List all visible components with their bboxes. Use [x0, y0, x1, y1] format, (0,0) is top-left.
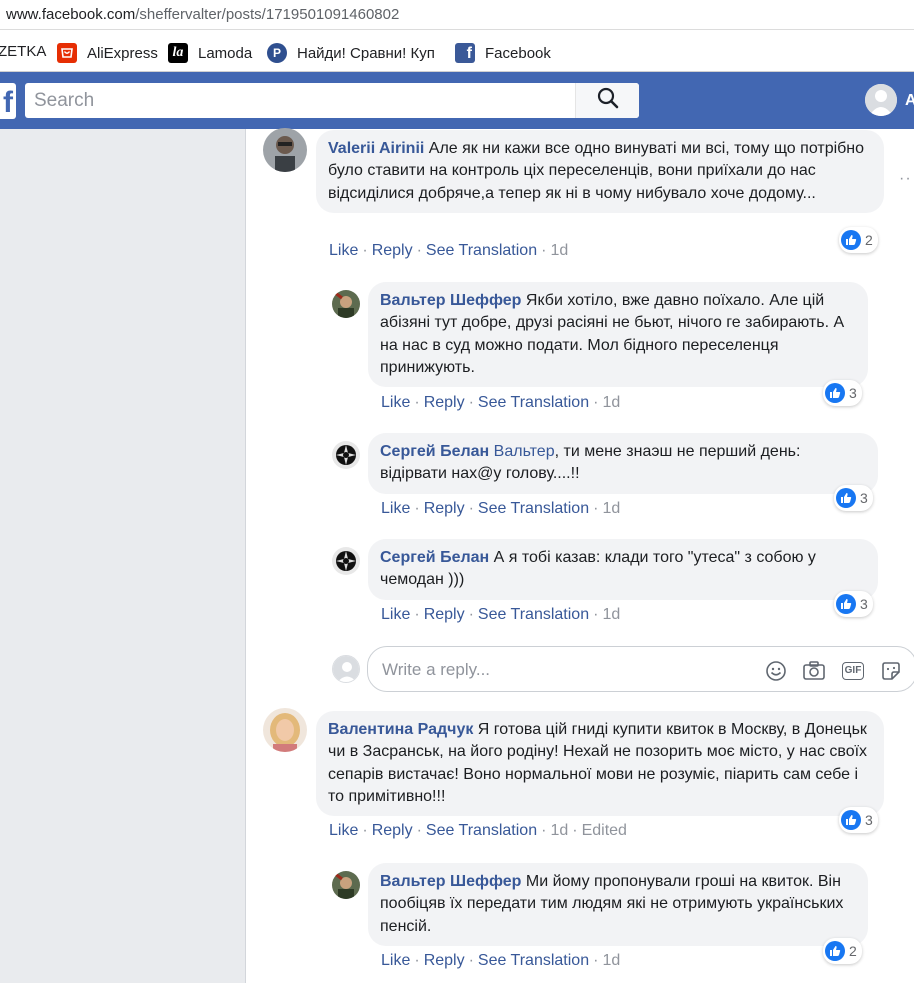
like-reaction-icon	[836, 488, 856, 508]
bookmark-lamoda[interactable]: la Lamoda	[168, 43, 252, 63]
like-button[interactable]: Like	[381, 394, 410, 411]
comment-author[interactable]: Valerii Airinii	[328, 140, 424, 157]
see-translation-button[interactable]: See Translation	[478, 606, 589, 623]
like-reaction-icon	[841, 810, 861, 830]
comment-bubble: Сергей Белан А я тобі казав: клади того …	[368, 539, 878, 600]
comment-actions: Like · Reply · See Translation · 1d	[381, 606, 621, 623]
comment-timestamp[interactable]: 1d	[602, 952, 620, 969]
search-icon	[597, 87, 619, 114]
price-compare-icon: P	[267, 43, 287, 63]
bookmark-facebook[interactable]: f Facebook	[455, 43, 551, 63]
search-box	[25, 83, 639, 118]
more-options-icon[interactable]: ··	[899, 170, 912, 188]
like-reaction-icon	[825, 941, 845, 961]
comment-bubble: Valerii Airinii Але як ни кажи все одно …	[316, 130, 884, 213]
reply-input[interactable]	[382, 657, 742, 683]
comment-actions: Like · Reply · See Translation · 1d	[381, 500, 621, 517]
comment-actions: Like · Reply · See Translation · 1d	[329, 242, 569, 259]
like-button[interactable]: Like	[381, 952, 410, 969]
comment-actions: Like · Reply · See Translation · 1d	[381, 952, 621, 969]
reaction-count[interactable]: 3	[834, 591, 873, 617]
comment-bubble: Вальтер Шеффер Ми йому пропонували гроші…	[368, 863, 868, 946]
left-sidebar	[0, 129, 246, 983]
comment-author[interactable]: Вальтер Шеффер	[380, 292, 521, 309]
comment-timestamp[interactable]: 1d	[550, 242, 568, 259]
see-translation-button[interactable]: See Translation	[478, 500, 589, 517]
emoji-icon[interactable]	[764, 659, 788, 683]
see-translation-button[interactable]: See Translation	[426, 242, 537, 259]
see-translation-button[interactable]: See Translation	[478, 952, 589, 969]
comment-author[interactable]: Сергей Белан	[380, 443, 489, 460]
reply-button[interactable]: Reply	[424, 500, 465, 517]
lamoda-icon: la	[168, 43, 188, 63]
edited-label[interactable]: Edited	[582, 822, 627, 839]
see-translation-button[interactable]: See Translation	[478, 394, 589, 411]
sticker-icon[interactable]	[879, 659, 903, 683]
avatar	[332, 655, 360, 683]
bookmark-price-compare[interactable]: P Найди! Сравни! Куп	[267, 43, 439, 63]
avatar[interactable]	[332, 290, 360, 318]
avatar[interactable]	[332, 547, 360, 575]
comment-bubble: Валентина Радчук Я готова цій гниді купи…	[316, 711, 884, 817]
reaction-count[interactable]: 3	[823, 380, 862, 406]
facebook-logo-icon[interactable]: f	[0, 83, 16, 119]
comment-timestamp[interactable]: 1d	[602, 500, 620, 517]
see-translation-button[interactable]: See Translation	[426, 822, 537, 839]
mention-link[interactable]: Вальтер	[494, 443, 555, 460]
avatar[interactable]	[263, 128, 307, 172]
like-button[interactable]: Like	[381, 606, 410, 623]
profile-avatar[interactable]	[865, 84, 897, 116]
comment-author[interactable]: Валентина Радчук	[328, 721, 473, 738]
gif-icon[interactable]: GIF	[841, 659, 865, 683]
reply-button[interactable]: Reply	[372, 242, 413, 259]
reaction-count[interactable]: 2	[839, 227, 878, 253]
reaction-count[interactable]: 3	[834, 485, 873, 511]
reply-button[interactable]: Reply	[372, 822, 413, 839]
like-reaction-icon	[836, 594, 856, 614]
bookmark-aliexpress[interactable]: AliExpress	[57, 43, 158, 63]
avatar[interactable]	[332, 441, 360, 469]
avatar[interactable]	[332, 871, 360, 899]
comment-timestamp[interactable]: 1d	[602, 606, 620, 623]
comment-author[interactable]: Сергей Белан	[380, 549, 489, 566]
address-bar[interactable]: www.facebook.com/sheffervalter/posts/171…	[0, 0, 914, 30]
aliexpress-icon	[57, 43, 77, 63]
comment-actions: Like · Reply · See Translation · 1d	[381, 394, 621, 411]
reaction-count[interactable]: 3	[839, 807, 878, 833]
comment-actions: Like · Reply · See Translation · 1d · Edited	[329, 822, 627, 839]
comment-timestamp[interactable]: 1d	[602, 394, 620, 411]
search-input[interactable]	[25, 83, 575, 118]
reply-button[interactable]: Reply	[424, 394, 465, 411]
bookmarks-bar: ZETKA AliExpress la Lamoda P Найди! Срав…	[0, 31, 914, 72]
comment-bubble: Вальтер Шеффер Якби хотіло, вже давно по…	[368, 282, 868, 388]
like-button[interactable]: Like	[329, 822, 358, 839]
reply-button[interactable]: Reply	[424, 952, 465, 969]
reply-button[interactable]: Reply	[424, 606, 465, 623]
like-reaction-icon	[841, 230, 861, 250]
facebook-icon: f	[455, 43, 475, 63]
facebook-header: f	[0, 72, 914, 129]
url-text[interactable]: www.facebook.com/sheffervalter/posts/171…	[6, 6, 399, 23]
camera-icon[interactable]	[802, 659, 826, 683]
reaction-count[interactable]: 2	[823, 938, 862, 964]
bookmark-zetka[interactable]: ZETKA	[0, 43, 46, 60]
comment-timestamp[interactable]: 1d	[550, 822, 568, 839]
avatar[interactable]	[263, 708, 307, 752]
reply-composer: GIF	[367, 646, 914, 692]
comment-author[interactable]: Вальтер Шеффер	[380, 873, 521, 890]
like-button[interactable]: Like	[329, 242, 358, 259]
profile-name[interactable]: A	[905, 92, 914, 110]
comment-bubble: Сергей Белан Вальтер, ти мене знаэш не п…	[368, 433, 878, 494]
search-button[interactable]	[575, 83, 639, 118]
like-reaction-icon	[825, 383, 845, 403]
like-button[interactable]: Like	[381, 500, 410, 517]
